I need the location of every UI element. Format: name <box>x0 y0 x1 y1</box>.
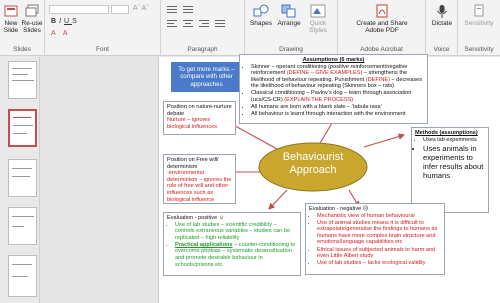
quick-styles-icon <box>310 4 326 18</box>
arrange-icon <box>281 4 296 18</box>
eval-negative-item: Use of lab studies – lacks ecological va… <box>317 260 441 267</box>
voice-group-label: Voice <box>433 46 450 53</box>
microphone-icon <box>437 5 447 18</box>
slide-thumbnail[interactable] <box>8 207 37 245</box>
methods-list: Uses lab experiments Uses animals in exp… <box>415 137 485 181</box>
paragraph-icons[interactable] <box>167 6 237 40</box>
slide-thumbnail[interactable] <box>8 159 37 197</box>
central-title: Behaviourist Approach <box>282 151 344 176</box>
slide-canvas: To get more marks – compare with other a… <box>40 54 500 303</box>
assumption-item: All behaviour is learnt through interact… <box>251 111 424 118</box>
eval-negative-item: Ethical issues of subjected animals to h… <box>317 247 441 260</box>
marks-tip-text: To get more marks – compare with other a… <box>178 66 235 88</box>
sensitivity-label: Sensitivity <box>464 20 494 27</box>
assumption-text: All behaviour is learnt through interact… <box>251 111 406 118</box>
eval-negative-item: Mechanistic view of human behavioural <box>317 213 441 220</box>
slide-thumbnails-pane <box>0 57 40 303</box>
nature-nurture-text: Nurture – ignores biological influences <box>167 117 218 130</box>
eval-negative-list: Mechanistic view of human behaviouralUse… <box>309 213 441 267</box>
eval-negative-title: Evaluation - negative ☹ <box>309 206 369 212</box>
methods-title: Methods (assumptions) <box>415 130 478 136</box>
methods-box[interactable]: Methods (assumptions) Uses lab experimen… <box>411 127 489 213</box>
font-name-box[interactable] <box>49 5 109 14</box>
font-group: Aˆ Aˇ BIUS A A Font <box>45 0 161 56</box>
adobe-group: Create and Share Adobe PDF Adobe Acrobat <box>338 0 426 56</box>
font-format-icons[interactable]: BIUS <box>51 18 80 25</box>
assumptions-box[interactable]: Assumptions (6 marks) Skinner – operant … <box>239 54 428 124</box>
reuse-slides-button[interactable]: Re-use Slides <box>21 4 43 34</box>
create-share-pdf-button[interactable]: Create and Share Adobe PDF <box>342 4 422 34</box>
quick-styles-label: Quick Styles <box>309 20 327 34</box>
sensitivity-icon <box>474 4 484 17</box>
paragraph-group-label: Paragraph <box>187 46 218 53</box>
create-share-pdf-label: Create and Share Adobe PDF <box>356 20 408 34</box>
sensitivity-group: Sensitivity Sensitivity <box>458 0 500 56</box>
dictate-label: Dictate <box>431 20 453 27</box>
eval-negative-item: Use of animal studies means it is diffic… <box>317 220 441 246</box>
arrange-label: Arrange <box>277 20 301 27</box>
eval-positive-label: Practical applications <box>175 241 233 248</box>
ribbon: New Slide Re-use Slides Slides Aˆ Aˇ BIU… <box>0 0 500 56</box>
assumptions-title: Assumptions (6 marks) <box>302 57 365 63</box>
new-slide-label: New Slide <box>3 20 19 34</box>
font-color-icons[interactable]: A A <box>51 30 71 37</box>
assumption-text: All humans are born with a blank slate –… <box>251 104 382 111</box>
free-will-text: -environmental determinism – ignores the… <box>167 170 232 203</box>
methods-item: Uses animals in experiments to infer res… <box>423 144 485 180</box>
shapes-icon <box>253 4 269 17</box>
slide-thumbnail-selected[interactable] <box>8 109 37 147</box>
slide[interactable]: To get more marks – compare with other a… <box>158 54 500 303</box>
font-group-label: Font <box>95 46 109 53</box>
new-slide-icon <box>4 5 18 17</box>
reuse-slides-icon <box>25 4 39 17</box>
assumption-item: Skinner – operant conditioning (positive… <box>251 64 424 90</box>
voice-group: Dictate Voice <box>426 0 458 56</box>
quick-styles-button[interactable]: Quick Styles <box>303 4 333 34</box>
free-will-box[interactable]: Position on Free will/ determinism -envi… <box>163 154 236 204</box>
powerpoint-window: New Slide Re-use Slides Slides Aˆ Aˇ BIU… <box>0 0 500 303</box>
evaluation-negative-box[interactable]: Evaluation - negative ☹ Mechanistic view… <box>305 203 445 275</box>
sensitivity-group-label: Sensitivity <box>464 46 494 53</box>
nature-nurture-title: Position on nature-nurture debate <box>167 104 232 117</box>
eval-positive-list: Use of lab studies – scientific credibil… <box>167 222 297 269</box>
font-grow-icon[interactable]: Aˆ Aˇ <box>133 5 149 12</box>
dictate-button[interactable]: Dictate <box>428 4 456 27</box>
drawing-group: Shapes Arrange Quick Styles Drawing <box>245 0 338 56</box>
assumption-item: Classical conditioning – Pavlov’s dog – … <box>251 90 424 103</box>
drawing-group-label: Drawing <box>279 46 303 53</box>
eval-positive-title: Evaluation - positive ☺ <box>167 215 225 221</box>
assumption-item: All humans are born with a blank slate –… <box>251 104 424 111</box>
nature-nurture-box[interactable]: Position on nature-nurture debate Nurtur… <box>163 101 236 135</box>
shapes-button[interactable]: Shapes <box>248 4 274 27</box>
marks-tip-box[interactable]: To get more marks – compare with other a… <box>171 62 242 92</box>
sensitivity-button[interactable]: Sensitivity <box>460 4 498 27</box>
slide-thumbnail[interactable] <box>8 255 37 297</box>
assumption-note: (DEFINE – GIVE EXAMPLES) <box>286 70 363 77</box>
reuse-slides-label: Re-use Slides <box>21 20 43 34</box>
slide-thumbnail[interactable] <box>8 61 37 99</box>
eval-positive-item: Use of lab studies – scientific credibil… <box>175 222 297 242</box>
new-slide-button[interactable]: New Slide <box>0 4 22 34</box>
eval-positive-item: Practical applications – counter-conditi… <box>175 242 297 268</box>
slides-group-label: Slides <box>13 46 31 53</box>
adobe-pdf-icon <box>376 4 388 18</box>
assumptions-list: Skinner – operant conditioning (positive… <box>243 64 424 118</box>
assumption-note: (EXPLAIN THE PROCESS) <box>284 97 354 104</box>
arrange-button[interactable]: Arrange <box>275 4 303 27</box>
slides-group: New Slide Re-use Slides Slides <box>0 0 45 56</box>
eval-positive-text: Use of lab studies – scientific credibil… <box>175 221 291 241</box>
methods-item: Uses lab experiments <box>423 137 485 144</box>
assumption-note: (DEFINE) <box>365 76 390 83</box>
adobe-group-label: Adobe Acrobat <box>360 46 403 53</box>
font-size-box[interactable] <box>111 5 129 14</box>
free-will-title: Position on Free will/ determinism <box>167 157 219 170</box>
evaluation-positive-box[interactable]: Evaluation - positive ☺ Use of lab studi… <box>163 212 301 276</box>
paragraph-group: Paragraph <box>161 0 245 56</box>
shapes-label: Shapes <box>249 20 273 27</box>
